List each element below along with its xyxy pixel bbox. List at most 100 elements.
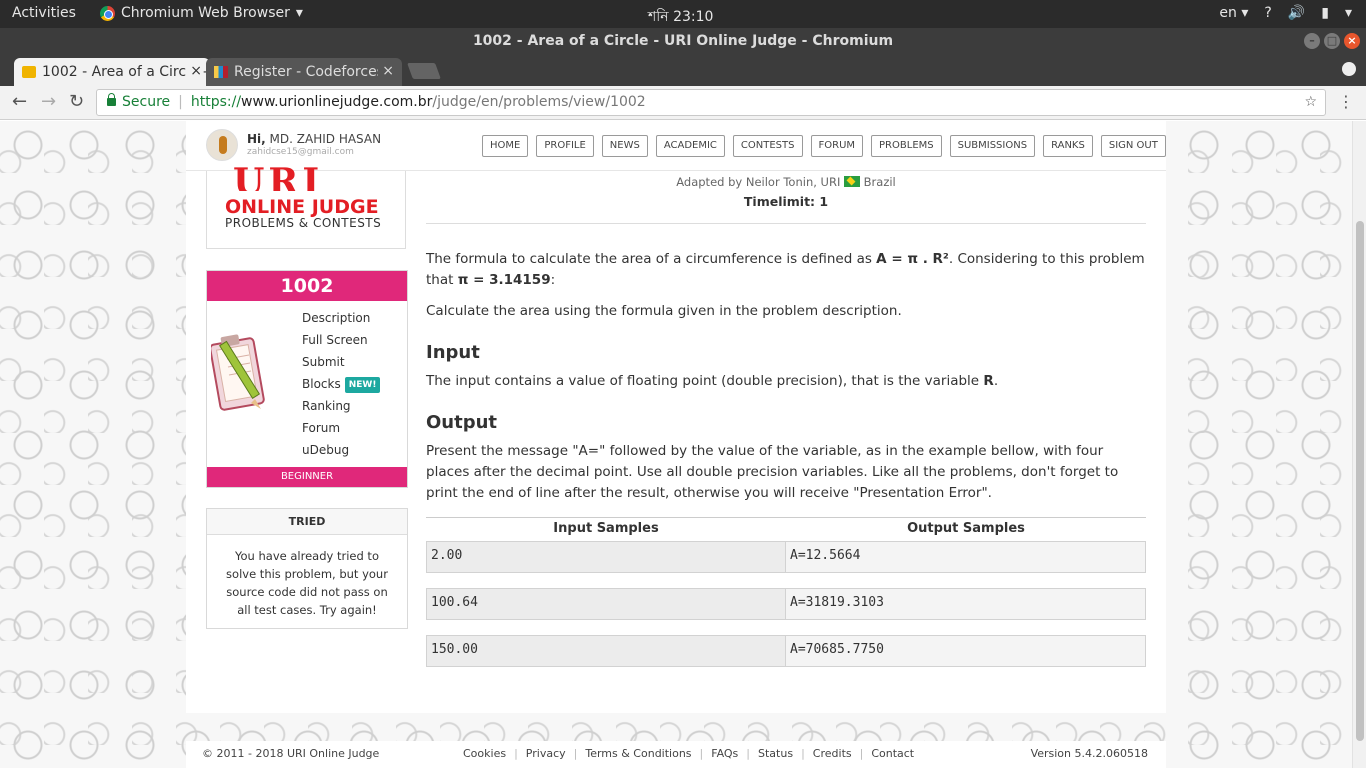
page-scrollbar[interactable]	[1352, 121, 1366, 768]
chevron-down-icon[interactable]: ▾	[1345, 5, 1352, 21]
problem-intro: The formula to calculate the area of a c…	[426, 251, 1145, 288]
clipboard-pencil-icon	[211, 334, 265, 411]
problem-level: BEGINNER	[207, 467, 407, 487]
nav-sign-out[interactable]: SIGN OUT	[1100, 135, 1166, 157]
nav-submissions[interactable]: SUBMISSIONS	[949, 135, 1036, 157]
browser-menu-icon[interactable]: ⋮	[1338, 92, 1354, 111]
close-window-button[interactable]: ×	[1344, 33, 1360, 49]
footer-link-cookies[interactable]: Cookies	[463, 747, 506, 760]
codeforces-favicon-icon	[214, 66, 228, 78]
avatar[interactable]	[206, 129, 238, 161]
separator: |	[859, 747, 864, 760]
table-row: 150.00 A=70685.7750	[426, 635, 1146, 667]
separator: |	[746, 747, 751, 760]
window-controls: – □ ×	[1304, 33, 1360, 49]
nav-forum[interactable]: FORUM	[810, 135, 864, 157]
system-clock[interactable]: শনি 23:10	[648, 5, 713, 29]
profile-icon[interactable]	[1342, 62, 1356, 76]
tried-title: TRIED	[207, 509, 407, 535]
input-variable: R	[983, 373, 994, 389]
output-samples-header: Output Samples	[907, 521, 1025, 536]
nav-contests[interactable]: CONTESTS	[732, 135, 803, 157]
problem-menu: Description Full Screen Submit Blocks NEW…	[302, 311, 381, 465]
tab-codeforces[interactable]: Register - Codeforces ×	[206, 58, 402, 86]
sample-input: 100.64	[426, 588, 786, 620]
table-row: 2.00 A=12.5664	[426, 541, 1146, 573]
tab-title: Register - Codeforces	[234, 64, 384, 80]
menu-forum[interactable]: Forum	[302, 421, 380, 443]
problem-sidebar-box: 1002 Description Full Screen Submit Bloc…	[206, 270, 408, 488]
window-title: 1002 - Area of a Circle - URI Online Jud…	[472, 33, 894, 49]
lock-icon	[107, 93, 116, 106]
volume-icon[interactable]: 🔊	[1288, 5, 1305, 21]
nav-profile[interactable]: PROFILE	[536, 135, 594, 157]
tab-uri-problem[interactable]: 1002 - Area of a Circle - URI Online Jud…	[14, 58, 210, 86]
menu-description[interactable]: Description	[302, 311, 380, 333]
nav-problems[interactable]: PROBLEMS	[871, 135, 942, 157]
back-arrow-icon[interactable]: ←	[12, 91, 27, 112]
menu-full-screen[interactable]: Full Screen	[302, 333, 380, 355]
nav-news[interactable]: NEWS	[601, 135, 648, 157]
menu-ranking[interactable]: Ranking	[302, 399, 380, 421]
system-top-bar: Activities Chromium Web Browser ▾ শনি 23…	[0, 0, 1366, 28]
minimize-button[interactable]: –	[1304, 33, 1320, 49]
system-tray[interactable]: en ▾ ? 🔊 ▮ ▾	[1219, 5, 1352, 21]
logo-online-judge: ONLINE JUDGE	[225, 196, 379, 218]
new-tab-button[interactable]	[407, 63, 441, 79]
table-row: 100.64 A=31819.3103	[426, 588, 1146, 620]
divider	[426, 223, 1146, 224]
copyright: © 2011 - 2018 URI Online Judge	[202, 747, 380, 760]
activities-button[interactable]: Activities	[12, 5, 76, 21]
close-tab-icon[interactable]: ×	[186, 63, 202, 79]
site-logo[interactable]: URI ONLINE JUDGE PROBLEMS & CONTESTS	[206, 161, 406, 249]
separator: |	[699, 747, 704, 760]
footer-link-contact[interactable]: Contact	[871, 747, 914, 760]
footer-link-faqs[interactable]: FAQs	[711, 747, 738, 760]
window-title-bar: 1002 - Area of a Circle - URI Online Jud…	[0, 28, 1366, 54]
sample-input: 150.00	[426, 635, 786, 667]
samples-table: Input Samples Output Samples 2.00 A=12.5…	[426, 517, 1146, 682]
formula: A = π . R²	[876, 251, 949, 267]
reload-icon[interactable]: ↻	[69, 91, 84, 112]
close-tab-icon[interactable]: ×	[378, 63, 394, 79]
output-heading: Output	[426, 412, 498, 433]
forward-arrow-icon[interactable]: →	[41, 91, 56, 112]
logo-problems-contests: PROBLEMS & CONTESTS	[225, 216, 382, 230]
app-menu-label: Chromium Web Browser	[121, 5, 290, 21]
adapted-by: Adapted by Neilor Tonin, URI Brazil	[676, 175, 896, 189]
footer-link-privacy[interactable]: Privacy	[526, 747, 566, 760]
user-greeting: Hi, MD. ZAHID HASAN	[247, 132, 382, 146]
problem-task: Calculate the area using the formula giv…	[426, 303, 902, 319]
input-heading: Input	[426, 342, 480, 363]
timelimit: Timelimit: 1	[743, 194, 829, 209]
battery-icon[interactable]: ▮	[1321, 5, 1329, 21]
help-icon[interactable]: ?	[1264, 5, 1271, 21]
url-path: /judge/en/problems/view/1002	[432, 94, 646, 110]
menu-submit[interactable]: Submit	[302, 355, 380, 377]
bookmark-star-icon[interactable]: ☆	[1304, 90, 1317, 115]
tab-strip: 1002 - Area of a Circle - URI Online Jud…	[0, 54, 1366, 86]
app-menu[interactable]: Chromium Web Browser ▾	[100, 5, 303, 21]
tab-title: 1002 - Area of a Circle - URI Online Jud…	[42, 64, 210, 80]
sample-output: A=31819.3103	[786, 588, 1146, 620]
menu-blocks[interactable]: Blocks NEW!	[302, 377, 381, 399]
footer-link-status[interactable]: Status	[758, 747, 793, 760]
address-bar[interactable]: Secure | https://www.urionlinejudge.com.br…	[96, 89, 1326, 116]
nav-academic[interactable]: ACADEMIC	[655, 135, 725, 157]
separator: |	[573, 747, 578, 760]
nav-ranks[interactable]: RANKS	[1043, 135, 1093, 157]
sample-output: A=70685.7750	[786, 635, 1146, 667]
footer-link-terms[interactable]: Terms & Conditions	[585, 747, 691, 760]
language-indicator[interactable]: en ▾	[1219, 5, 1248, 21]
nav-home[interactable]: HOME	[482, 135, 529, 157]
menu-udebug[interactable]: uDebug	[302, 443, 380, 465]
maximize-button[interactable]: □	[1324, 33, 1340, 49]
page-viewport: Hi, MD. ZAHID HASAN zahidcse15@gmail.com…	[0, 121, 1352, 768]
uri-favicon-icon	[22, 66, 36, 78]
scrollbar-thumb[interactable]	[1356, 221, 1364, 741]
secure-label: Secure	[122, 94, 171, 110]
main-nav: HOME PROFILE NEWS ACADEMIC CONTESTS FORU…	[482, 135, 1166, 157]
sample-output: A=12.5664	[786, 541, 1146, 573]
brazil-flag-icon	[844, 176, 860, 187]
footer-link-credits[interactable]: Credits	[813, 747, 852, 760]
